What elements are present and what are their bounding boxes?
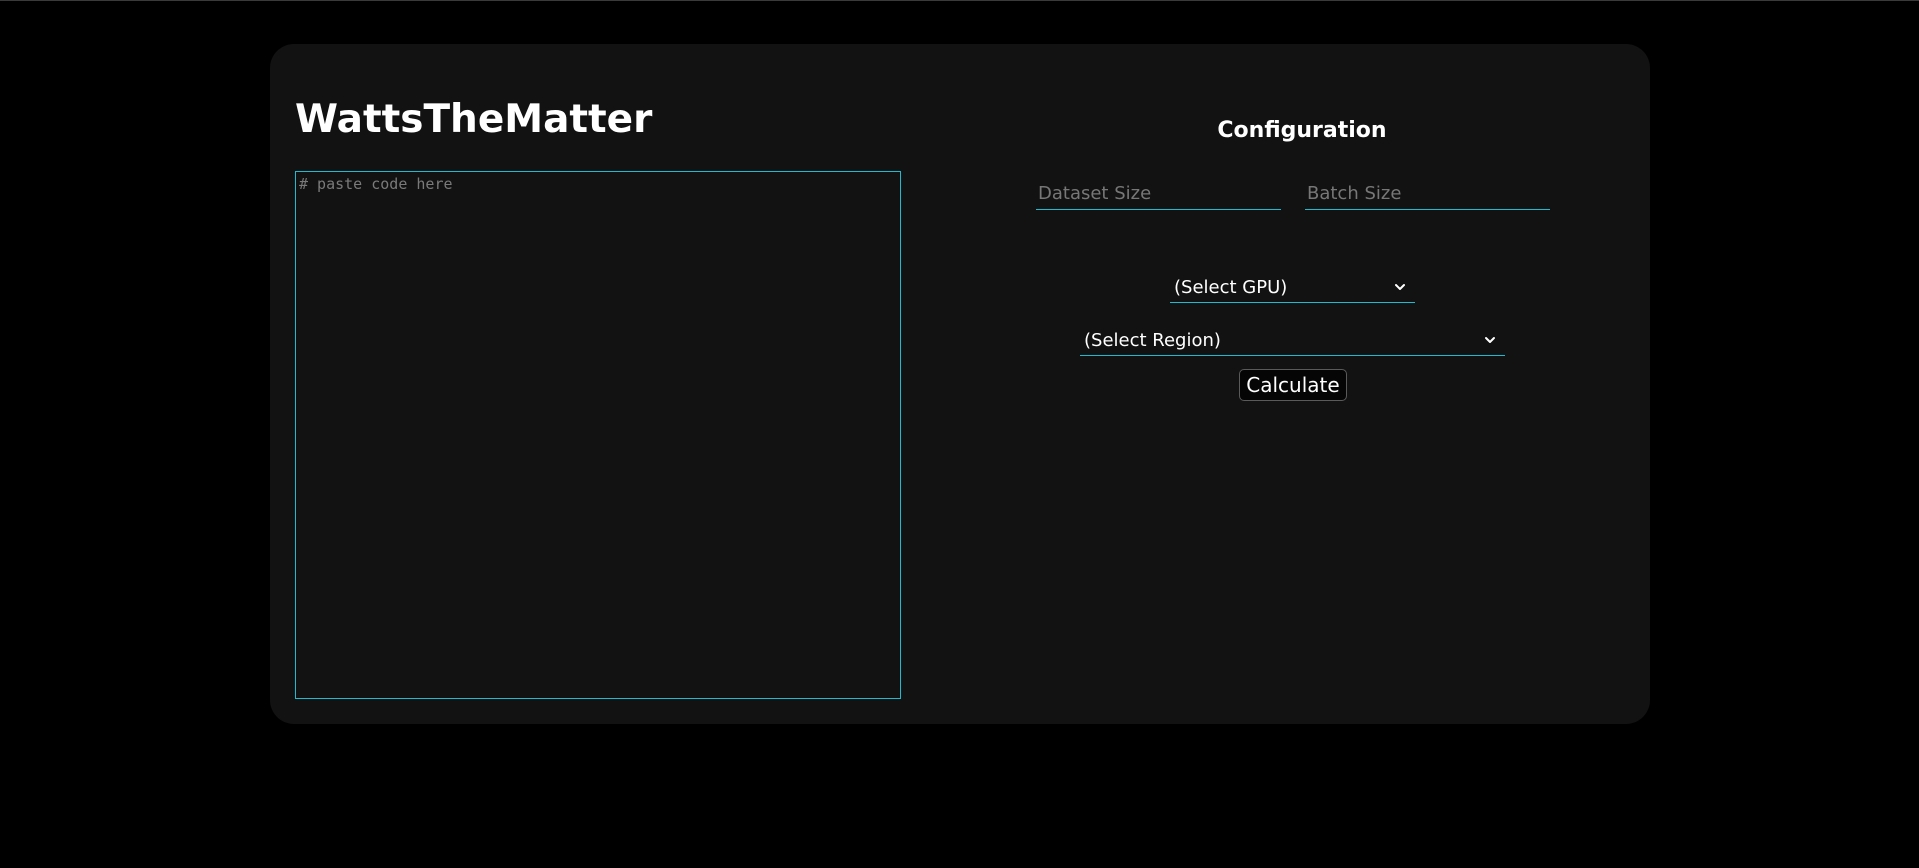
window-top-border bbox=[0, 0, 1919, 1]
app-title: WattsTheMatter bbox=[295, 97, 653, 142]
calculate-button[interactable]: Calculate bbox=[1239, 369, 1347, 401]
region-select[interactable]: (Select Region) bbox=[1080, 328, 1505, 356]
configuration-heading: Configuration bbox=[1217, 118, 1387, 143]
dataset-size-input[interactable] bbox=[1036, 180, 1281, 210]
region-select-value: (Select Region) bbox=[1084, 330, 1221, 351]
gpu-select[interactable]: (Select GPU) bbox=[1170, 275, 1415, 303]
chevron-down-icon bbox=[1485, 337, 1495, 343]
gpu-select-value: (Select GPU) bbox=[1174, 277, 1288, 298]
code-input[interactable] bbox=[295, 171, 901, 699]
main-card: WattsTheMatter Configuration (Select GPU… bbox=[270, 44, 1650, 724]
chevron-down-icon bbox=[1395, 284, 1405, 290]
batch-size-input[interactable] bbox=[1305, 180, 1550, 210]
